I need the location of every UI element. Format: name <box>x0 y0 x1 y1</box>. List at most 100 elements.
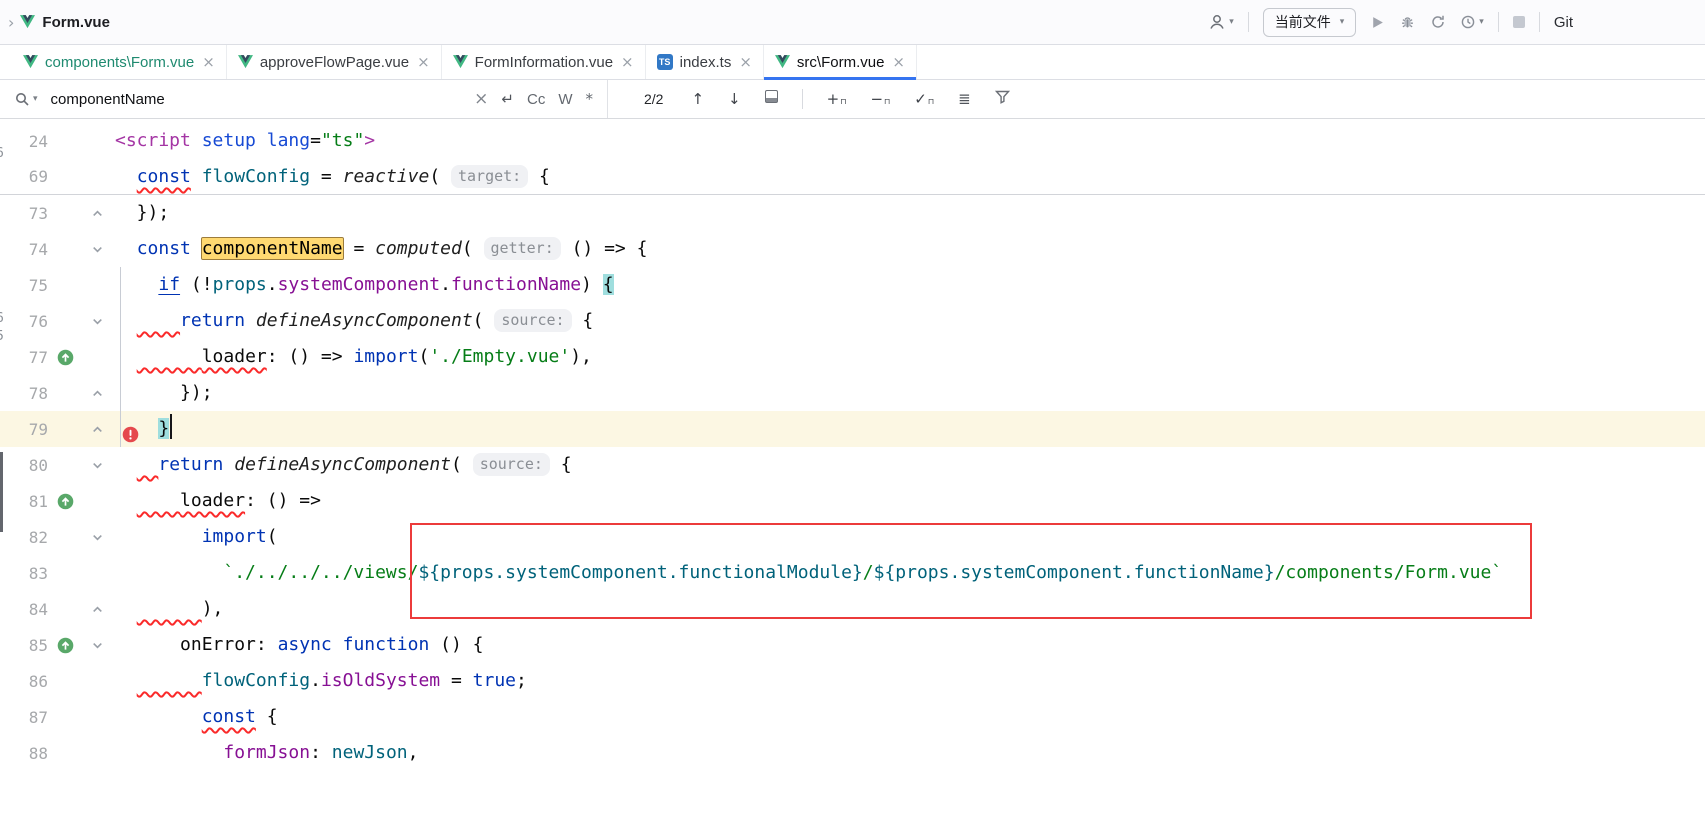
search-field[interactable]: ▾ componentName × ↵ Cc W * <box>0 80 608 118</box>
text-caret <box>170 414 172 439</box>
tab-label: components\Form.vue <box>45 54 194 71</box>
code-token <box>440 166 451 187</box>
implementation-marker-icon[interactable] <box>57 637 74 654</box>
code-token <box>137 346 202 367</box>
stop-button[interactable] <box>1513 16 1525 28</box>
coverage-button[interactable] <box>1430 14 1446 30</box>
code-token <box>137 490 180 511</box>
code-token: ( <box>267 526 278 547</box>
editor-line: 74 const componentName = computed( gette… <box>0 231 1705 267</box>
occurrence-mark-icon: ⊓ <box>928 97 934 106</box>
editor-tab[interactable]: TSindex.ts× <box>646 45 764 79</box>
code-text[interactable]: return defineAsyncComponent( source: { <box>112 447 1705 483</box>
code-text[interactable]: const { <box>112 699 1705 735</box>
close-tab-icon[interactable]: × <box>739 53 752 71</box>
gutter: 69 <box>0 159 112 194</box>
gutter: 78 <box>0 375 112 411</box>
code-token: } <box>158 418 169 439</box>
gutter-icon-slot <box>48 349 82 366</box>
close-tab-icon[interactable]: × <box>202 53 215 71</box>
clear-search-icon[interactable]: × <box>474 89 488 109</box>
code-token: }); <box>115 202 169 223</box>
filter-button[interactable] <box>995 90 1010 109</box>
fold-slot <box>82 459 112 472</box>
code-token: { <box>603 274 614 295</box>
fold-end-icon[interactable] <box>91 207 104 220</box>
fold-end-icon[interactable] <box>91 603 104 616</box>
exclude-lines-button[interactable]: ≣ <box>958 90 971 108</box>
search-icon[interactable]: ▾ <box>14 91 38 107</box>
fold-start-icon[interactable] <box>91 243 104 256</box>
profiler-history-button[interactable]: ▾ <box>1460 14 1484 30</box>
previous-match-button[interactable]: ↑ <box>691 90 704 108</box>
close-tab-icon[interactable]: × <box>417 53 430 71</box>
gutter: 79 <box>0 411 112 447</box>
code-token <box>115 634 180 655</box>
debug-button[interactable] <box>1399 14 1416 30</box>
newline-icon[interactable]: ↵ <box>501 90 514 108</box>
code-token: isOldSystem <box>321 670 440 691</box>
profile-icon[interactable]: ▾ <box>1208 13 1234 31</box>
code-text[interactable]: const componentName = computed( getter: … <box>112 231 1705 267</box>
find-nav-group: ↑ ↓ +⊓ −⊓ ✓⊓ ≣ <box>691 89 1009 109</box>
code-token: ), <box>202 598 224 619</box>
close-tab-icon[interactable]: × <box>892 53 905 71</box>
run-button[interactable] <box>1370 15 1385 30</box>
code-token <box>332 634 343 655</box>
code-token: flowConfig <box>202 166 310 187</box>
editor-tab[interactable]: components\Form.vue × <box>12 45 227 79</box>
code-text[interactable]: onError: async function () { <box>112 627 1705 663</box>
vue-icon <box>775 55 790 69</box>
fold-start-icon[interactable] <box>91 315 104 328</box>
code-text[interactable]: <script setup lang="ts"> <box>112 123 1705 159</box>
fold-start-icon[interactable] <box>91 639 104 652</box>
editor-tab[interactable]: approveFlowPage.vue× <box>227 45 442 79</box>
code-text[interactable]: flowConfig.isOldSystem = true; <box>112 663 1705 699</box>
code-token <box>115 238 137 259</box>
next-match-button[interactable]: ↓ <box>728 90 741 108</box>
gutter: 81 <box>0 483 112 519</box>
gutter: 82 <box>0 519 112 555</box>
code-lines: 24<script setup lang="ts">69 const flowC… <box>0 123 1705 771</box>
vue-icon <box>453 55 468 69</box>
match-case-toggle[interactable]: Cc <box>527 91 545 108</box>
code-text[interactable]: const flowConfig = reactive( target: { <box>112 159 1705 194</box>
fold-slot <box>82 387 112 400</box>
open-in-find-window-button[interactable] <box>765 90 778 108</box>
add-occurrence-button[interactable]: +⊓ <box>827 90 847 108</box>
annotation-box <box>410 523 1532 619</box>
code-token <box>137 598 202 619</box>
code-token <box>137 670 202 691</box>
code-token <box>484 310 495 331</box>
code-text[interactable]: formJson: newJson, <box>112 735 1705 771</box>
editor-line: 81 loader: () => <box>0 483 1705 519</box>
code-token: computed <box>375 238 462 259</box>
code-text[interactable]: } <box>112 411 1705 447</box>
close-tab-icon[interactable]: × <box>621 53 634 71</box>
code-text[interactable]: }); <box>112 195 1705 231</box>
whole-words-toggle[interactable]: W <box>558 91 572 108</box>
code-text[interactable]: loader: () => <box>112 483 1705 519</box>
editor-tab[interactable]: src\Form.vue× <box>764 45 917 79</box>
fold-slot <box>82 315 112 328</box>
fold-start-icon[interactable] <box>91 459 104 472</box>
run-config-selector[interactable]: 当前文件 ▾ <box>1263 8 1357 37</box>
fold-end-icon[interactable] <box>91 387 104 400</box>
fold-end-icon[interactable] <box>91 423 104 436</box>
tab-bar: components\Form.vue×approveFlowPage.vue×… <box>0 45 1705 80</box>
remove-occurrence-button[interactable]: −⊓ <box>870 90 890 108</box>
code-token: systemComponent <box>278 274 441 295</box>
implementation-marker-icon[interactable] <box>57 493 74 510</box>
implementation-marker-icon[interactable] <box>57 349 74 366</box>
editor-tab[interactable]: FormInformation.vue× <box>442 45 646 79</box>
select-all-occurrences-button[interactable]: ✓⊓ <box>914 90 934 108</box>
fold-start-icon[interactable] <box>91 531 104 544</box>
regex-toggle[interactable]: * <box>586 90 594 108</box>
code-text[interactable]: loader: () => import('./Empty.vue'), <box>112 339 1705 375</box>
git-menu[interactable]: Git <box>1554 14 1573 31</box>
search-input[interactable]: componentName <box>51 91 462 108</box>
code-text[interactable]: if (!props.systemComponent.functionName)… <box>112 267 1705 303</box>
code-text[interactable]: }); <box>112 375 1705 411</box>
code-text[interactable]: return defineAsyncComponent( source: { <box>112 303 1705 339</box>
code-token: = <box>310 166 343 187</box>
